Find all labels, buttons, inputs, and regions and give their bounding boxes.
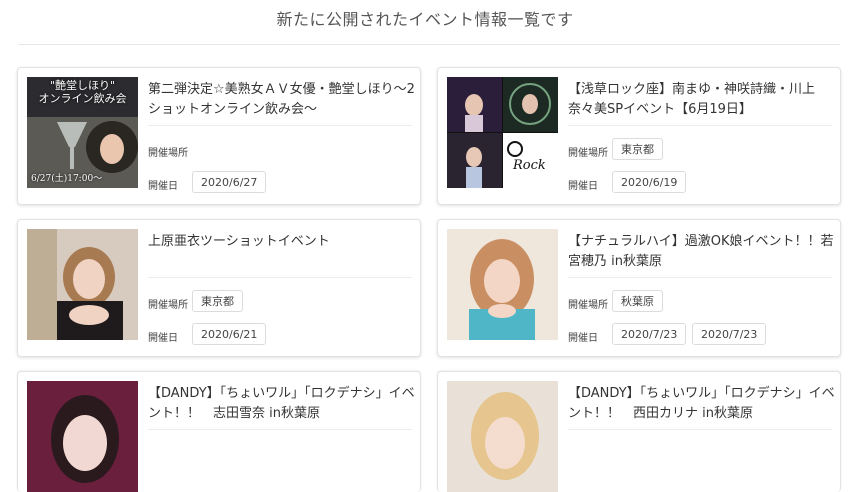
event-thumbnail[interactable]: [27, 229, 138, 340]
event-photo: [447, 229, 558, 340]
event-thumbnail[interactable]: "艶堂しほり" オンライン飲み会 6/27(土)17:00〜: [27, 77, 138, 188]
event-card[interactable]: "艶堂しほり" オンライン飲み会 6/27(土)17:00〜 第二弾決定☆美熟女…: [17, 67, 421, 205]
thumbnail-date-text: 6/27(土)17:00〜: [31, 174, 103, 184]
title-divider: [18, 44, 840, 45]
thumbnail-overlay-text: "艶堂しほり" オンライン飲み会: [38, 79, 127, 105]
event-title[interactable]: 【DANDY】「ちょいワル」「ロクデナシ」イベント！！ 志田雪奈 in秋葉原: [148, 384, 416, 424]
date-tag: 2020/7/23: [612, 323, 687, 345]
event-photo: [27, 229, 138, 340]
event-title[interactable]: 【浅草ロック座】南まゆ・神咲詩織・川上奈々美SPイベント【6月19日】: [568, 80, 836, 120]
card-divider: [148, 429, 412, 430]
venue-label: 開催場所: [148, 300, 188, 311]
event-card[interactable]: 【DANDY】「ちょいワル」「ロクデナシ」イベント！！ 志田雪奈 in秋葉原: [17, 371, 421, 492]
event-photo: Rock: [447, 77, 558, 188]
svg-text:Rock: Rock: [512, 158, 546, 173]
event-title[interactable]: 【DANDY】「ちょいワル」「ロクデナシ」イベント！！ 西田カリナ in秋葉原: [568, 384, 836, 424]
event-thumbnail[interactable]: [447, 381, 558, 492]
event-photo: [27, 381, 138, 492]
date-tag: 2020/6/21: [192, 323, 267, 345]
event-photo: [447, 381, 558, 492]
date-label: 開催日: [148, 333, 178, 344]
event-card[interactable]: 【DANDY】「ちょいワル」「ロクデナシ」イベント！！ 西田カリナ in秋葉原: [437, 371, 841, 492]
card-divider: [148, 277, 412, 278]
event-card[interactable]: Rock 【浅草ロック座】南まゆ・神咲詩織・川上奈々美SPイベント【6月19日】…: [437, 67, 841, 205]
card-divider: [568, 429, 832, 430]
event-title[interactable]: 【ナチュラルハイ】過激OK娘イベント！！若宮穂乃 in秋葉原: [568, 232, 836, 272]
page-title: 新たに公開されたイベント情報一覧です: [276, 10, 574, 29]
date-label: 開催日: [568, 181, 598, 192]
date-label: 開催日: [148, 181, 178, 192]
date-tag: 2020/7/23: [692, 323, 767, 345]
venue-label: 開催場所: [148, 148, 188, 159]
card-divider: [148, 125, 412, 126]
card-divider: [568, 277, 832, 278]
date-label: 開催日: [568, 333, 598, 344]
venue-tag: 東京都: [192, 290, 243, 312]
event-card[interactable]: 上原亜衣ツーショットイベント 開催場所 東京都 開催日 2020/6/21: [17, 219, 421, 357]
venue-label: 開催場所: [568, 148, 608, 159]
venue-label: 開催場所: [568, 300, 608, 311]
venue-tag: 秋葉原: [612, 290, 663, 312]
venue-tag: 東京都: [612, 138, 663, 160]
event-thumbnail[interactable]: [447, 229, 558, 340]
event-thumbnail[interactable]: Rock: [447, 77, 558, 188]
event-thumbnail[interactable]: [27, 381, 138, 492]
date-tag: 2020/6/27: [192, 171, 267, 193]
date-tag: 2020/6/19: [612, 171, 687, 193]
event-card[interactable]: 【ナチュラルハイ】過激OK娘イベント！！若宮穂乃 in秋葉原 開催場所 秋葉原 …: [437, 219, 841, 357]
card-divider: [568, 125, 832, 126]
event-title[interactable]: 第二弾決定☆美熟女ＡＶ女優・艶堂しほり〜2ショットオンライン飲み会〜: [148, 80, 416, 120]
event-title[interactable]: 上原亜衣ツーショットイベント: [148, 232, 416, 252]
